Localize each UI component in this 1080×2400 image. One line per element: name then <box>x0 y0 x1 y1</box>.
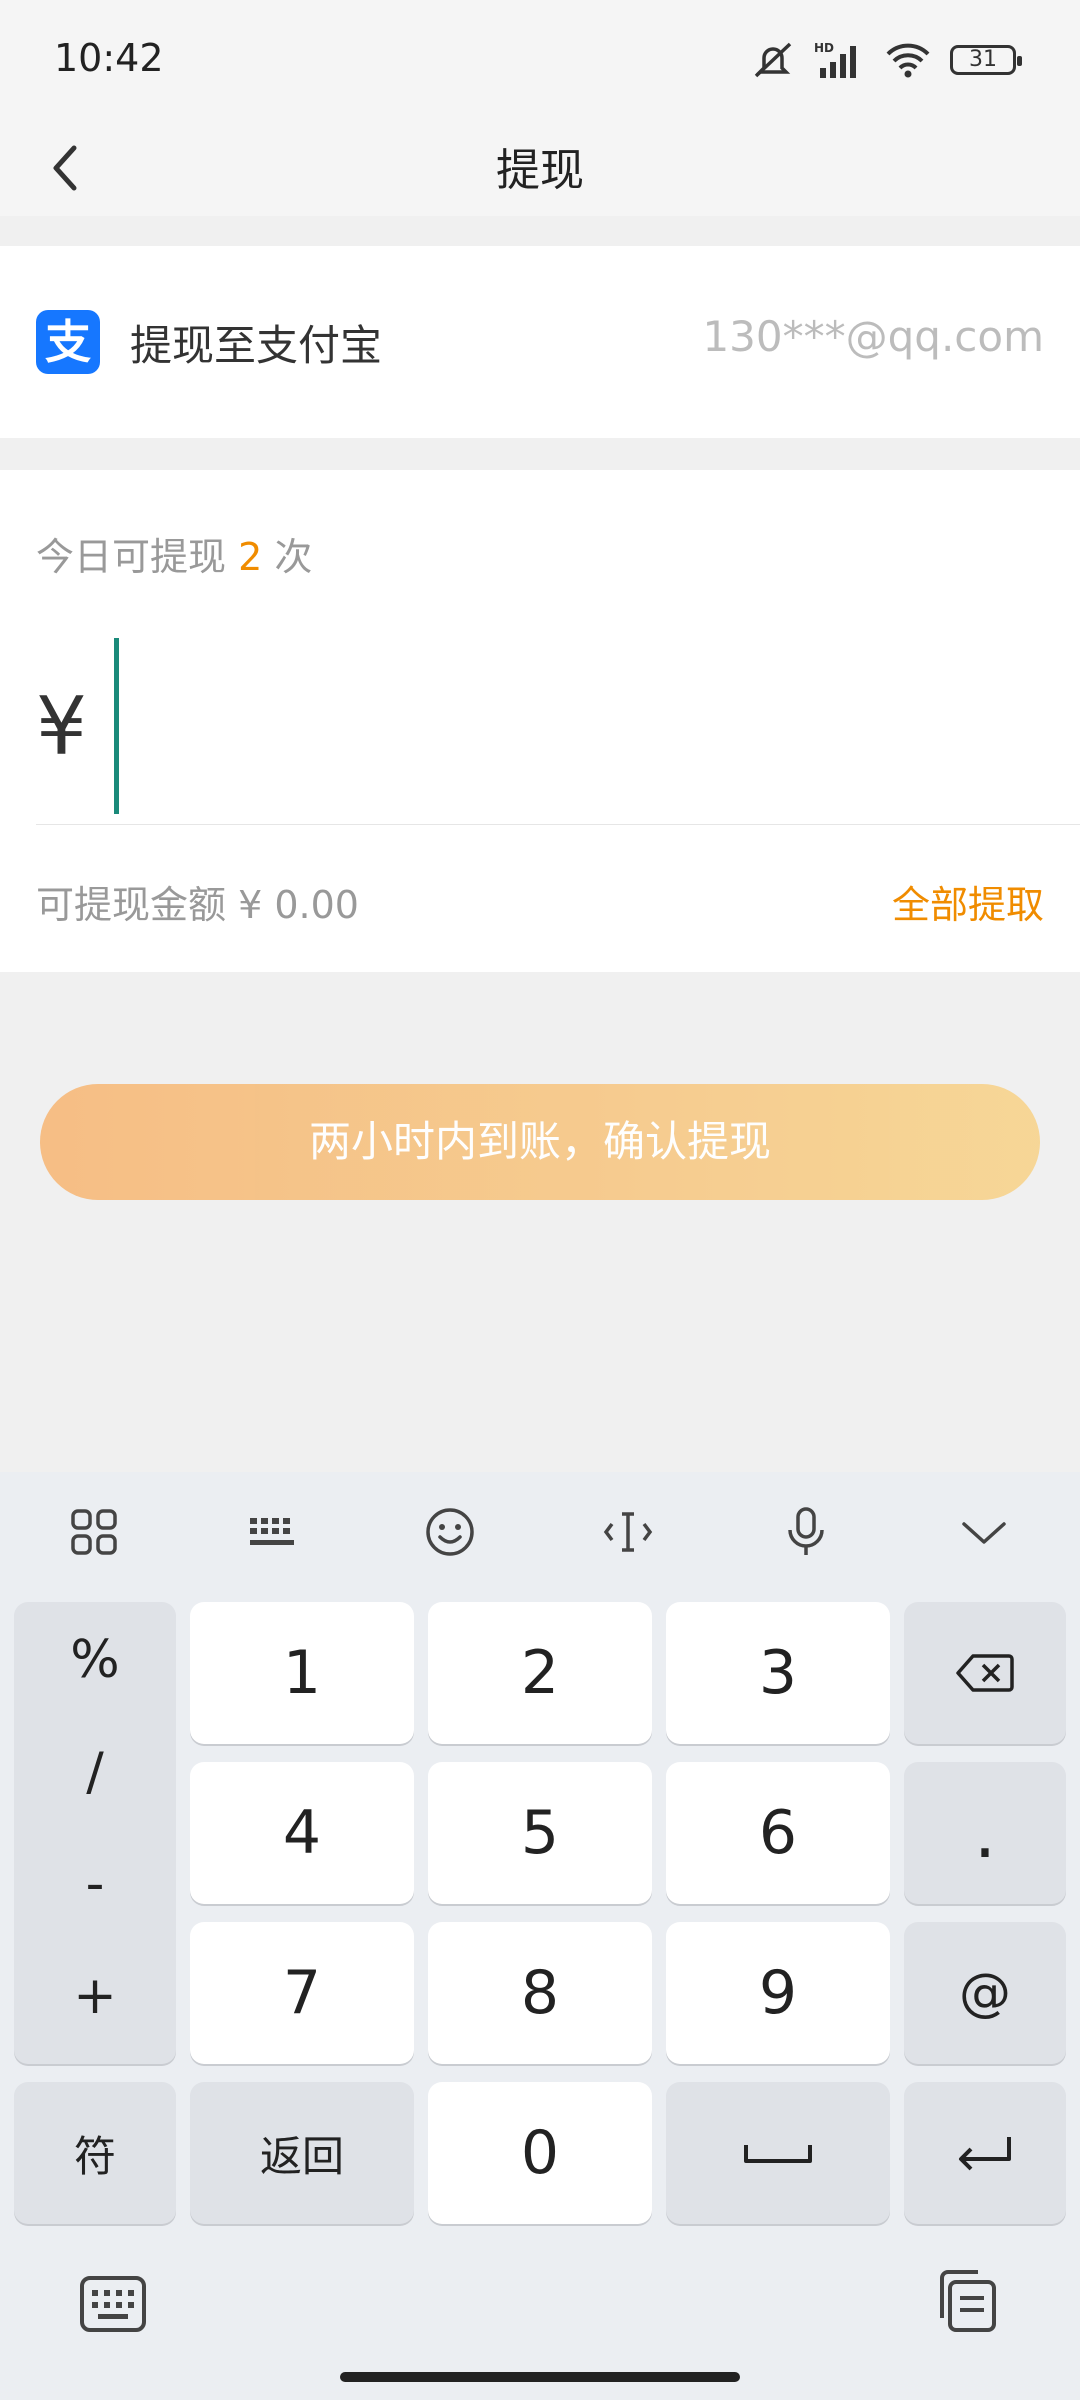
key-slash[interactable]: / <box>14 1742 176 1802</box>
symbols-key[interactable]: 符 <box>14 2082 176 2224</box>
home-indicator[interactable] <box>340 2372 740 2382</box>
text-cursor-icon <box>603 1512 653 1552</box>
clipboard-button[interactable] <box>934 2268 1000 2334</box>
backspace-icon <box>956 1654 1014 1692</box>
alipay-logo: 支 <box>36 310 100 374</box>
key-2[interactable]: 2 <box>428 1602 652 1744</box>
withdraw-all-link[interactable]: 全部提取 <box>892 874 1044 929</box>
key-7[interactable]: 7 <box>190 1922 414 2064</box>
key-6[interactable]: 6 <box>666 1762 890 1904</box>
enter-icon <box>959 2137 1011 2171</box>
status-time: 10:42 <box>54 36 164 80</box>
backspace-key[interactable] <box>904 1602 1066 1744</box>
wifi-icon <box>886 43 930 78</box>
key-1[interactable]: 1 <box>190 1602 414 1744</box>
kb-cursor-button[interactable] <box>588 1494 668 1570</box>
key-3[interactable]: 3 <box>666 1602 890 1744</box>
keyboard-toolbar <box>0 1472 1080 1590</box>
available-amount: 可提现金额 ¥ 0.00 <box>36 883 359 927</box>
keyboard-icon <box>80 2276 146 2332</box>
symbol-column: % / - + <box>14 1602 176 2064</box>
kb-hide-button[interactable] <box>944 1494 1024 1570</box>
keyboard-icon <box>250 1518 294 1545</box>
key-minus[interactable]: - <box>14 1854 176 1914</box>
switch-keyboard-button[interactable] <box>78 2274 148 2334</box>
enter-key[interactable] <box>904 2082 1066 2224</box>
key-plus[interactable]: + <box>14 1966 176 2026</box>
clipboard-icon <box>940 2270 996 2332</box>
account-value: 130***@qq.com <box>702 312 1044 361</box>
mic-icon <box>788 1507 824 1555</box>
top-bar: 提现 <box>0 120 1080 216</box>
space-key[interactable] <box>666 2082 890 2224</box>
page-title: 提现 <box>496 145 584 196</box>
key-5[interactable]: 5 <box>428 1762 652 1904</box>
currency-symbol: ¥ <box>36 680 87 773</box>
numeric-keyboard: % / - + 1 2 3 4 5 6 . 7 8 9 @ 符 返回 0 <box>0 1472 1080 2400</box>
key-dot[interactable]: . <box>904 1762 1066 1904</box>
svg-text:HD: HD <box>814 41 834 55</box>
key-percent[interactable]: % <box>14 1630 176 1690</box>
times-count: 2 <box>238 535 263 579</box>
kb-layout-button[interactable] <box>232 1494 312 1570</box>
times-prefix: 今日可提现 <box>36 535 227 579</box>
kb-voice-button[interactable] <box>766 1494 846 1570</box>
divider <box>36 824 1080 825</box>
key-4[interactable]: 4 <box>190 1762 414 1904</box>
confirm-withdraw-button[interactable]: 两小时内到账，确认提现 <box>40 1084 1040 1200</box>
withdraw-account-row[interactable]: 支 提现至支付宝 130***@qq.com <box>0 246 1080 438</box>
mute-icon <box>754 42 792 78</box>
key-9[interactable]: 9 <box>666 1922 890 2064</box>
times-suffix: 次 <box>274 535 313 579</box>
kb-grid-button[interactable] <box>54 1494 134 1570</box>
space-icon <box>744 2145 812 2163</box>
status-icons: HD 31 <box>750 40 1022 80</box>
amount-input[interactable] <box>114 638 119 814</box>
grid-icon <box>71 1509 117 1555</box>
account-label: 提现至支付宝 <box>130 321 383 370</box>
chevron-down-icon <box>962 1522 1006 1544</box>
emoji-icon <box>426 1508 474 1556</box>
amount-card: 今日可提现 2 次 ¥ 可提现金额 ¥ 0.00 全部提取 <box>0 470 1080 972</box>
key-8[interactable]: 8 <box>428 1922 652 2064</box>
battery-icon: 31 <box>950 45 1022 75</box>
key-0[interactable]: 0 <box>428 2082 652 2224</box>
signal-icon: HD <box>814 41 856 78</box>
daily-times-text: 今日可提现 2 次 <box>36 526 312 581</box>
status-bar: 10:42 HD 31 <box>0 0 1080 120</box>
kb-emoji-button[interactable] <box>410 1494 490 1570</box>
return-key[interactable]: 返回 <box>190 2082 414 2224</box>
key-at[interactable]: @ <box>904 1922 1066 2064</box>
